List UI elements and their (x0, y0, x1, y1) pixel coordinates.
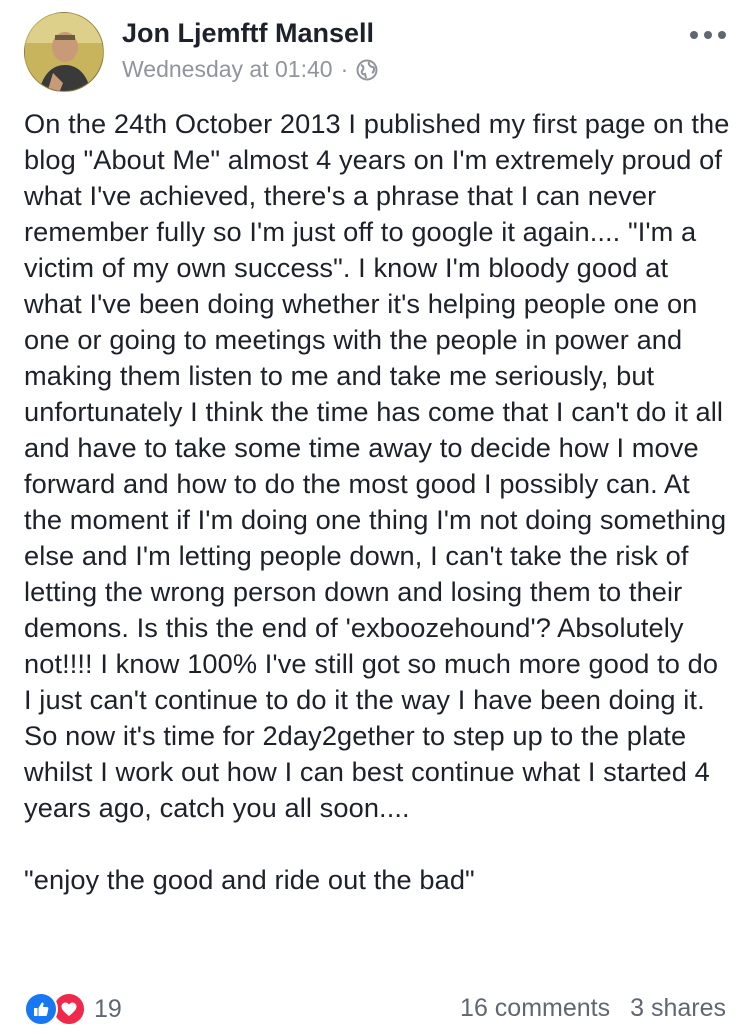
post-timestamp[interactable]: Wednesday at 01:40 (122, 56, 333, 83)
globe-icon[interactable] (356, 59, 378, 81)
meta-separator: · (340, 56, 349, 82)
post-footer: 19 16 comments 3 shares (24, 988, 726, 1032)
comments-link[interactable]: 16 comments (460, 994, 610, 1023)
author-name[interactable]: Jon Ljemftf Mansell (122, 18, 374, 49)
post-stats: 16 comments 3 shares (460, 994, 726, 1023)
post-header: Jon Ljemftf Mansell Wednesday at 01:40 · (24, 12, 726, 92)
post-quote: "enjoy the good and ride out the bad" (24, 864, 475, 895)
more-options-icon[interactable] (690, 28, 726, 42)
reactions-summary[interactable]: 19 (24, 992, 122, 1026)
like-icon (24, 992, 58, 1026)
shares-link[interactable]: 3 shares (630, 994, 726, 1023)
avatar[interactable] (24, 12, 104, 92)
post-meta: Wednesday at 01:40 · (122, 56, 378, 83)
reaction-count: 19 (94, 994, 122, 1023)
facebook-post: Jon Ljemftf Mansell Wednesday at 01:40 ·… (0, 0, 750, 1034)
post-body: On the 24th October 2013 I published my … (24, 106, 730, 898)
post-text: On the 24th October 2013 I published my … (24, 108, 730, 823)
